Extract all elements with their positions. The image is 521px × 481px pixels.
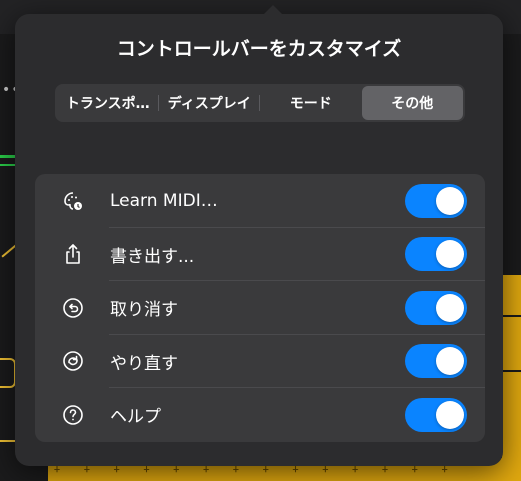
redo-icon: [61, 349, 85, 373]
undo-icon: [61, 296, 85, 320]
toggle-knob: [436, 347, 464, 376]
redo-label: やり直す: [110, 353, 178, 374]
export-label: 書き出す...: [110, 246, 195, 267]
list-item-undo: 取り消す: [35, 281, 485, 335]
background-track-region: [502, 275, 521, 481]
learn-midi-label: Learn MIDI…: [110, 190, 218, 211]
list-item-learn-midi: Learn MIDI…: [35, 174, 485, 228]
customize-control-bar-popover: コントロールバーをカスタマイズ トランスポ… ディスプレイ モード その他 Le…: [15, 5, 503, 466]
toggle-knob: [436, 400, 464, 429]
learn-midi-icon: [61, 189, 85, 213]
list-item-redo: やり直す: [35, 335, 485, 388]
undo-toggle[interactable]: [405, 290, 467, 325]
list-item-export: 書き出す...: [35, 228, 485, 281]
popover-arrow: [263, 5, 283, 15]
background-track-region: [0, 358, 16, 388]
segment-mode[interactable]: モード: [260, 86, 362, 120]
export-toggle[interactable]: [405, 237, 467, 272]
segment-display[interactable]: ディスプレイ: [159, 86, 261, 120]
help-icon: [61, 403, 85, 427]
toggle-knob: [436, 293, 464, 322]
background-track-region: [0, 155, 16, 185]
share-icon: [61, 242, 85, 266]
category-segmented-control: トランスポ… ディスプレイ モード その他: [55, 84, 465, 122]
toggle-knob: [436, 186, 464, 215]
toggle-knob: [436, 240, 464, 269]
segment-transport[interactable]: トランスポ…: [57, 86, 159, 120]
popover-title: コントロールバーをカスタマイズ: [116, 38, 402, 60]
segment-other[interactable]: その他: [361, 86, 463, 120]
list-item-help: ヘルプ: [35, 388, 485, 442]
undo-label: 取り消す: [110, 300, 178, 321]
options-list: Learn MIDI… 書き出す... 取り消す やり直す ヘルプ: [35, 174, 485, 442]
help-label: ヘルプ: [110, 407, 161, 428]
help-toggle[interactable]: [405, 397, 467, 432]
redo-toggle[interactable]: [405, 344, 467, 379]
learn-midi-toggle[interactable]: [405, 183, 467, 218]
